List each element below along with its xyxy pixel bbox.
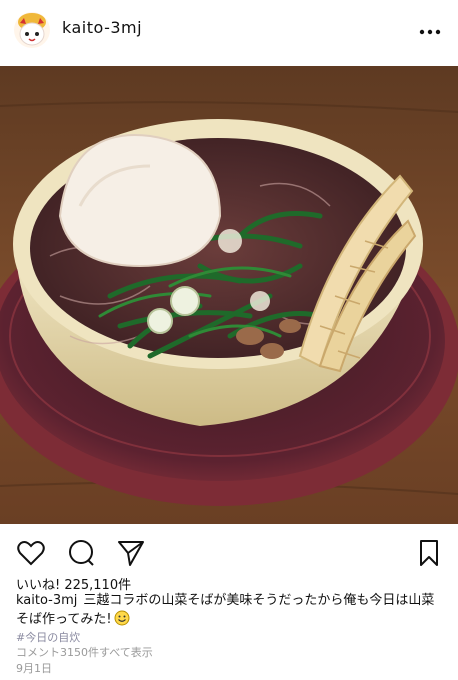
smiley-emoji-icon: [114, 610, 130, 632]
hashtag-link[interactable]: #今日の自炊: [16, 629, 80, 645]
view-comments-link[interactable]: コメント3150件すべて表示: [16, 644, 153, 660]
send-icon[interactable]: [116, 538, 146, 568]
heart-icon[interactable]: [16, 538, 46, 568]
comment-icon[interactable]: [66, 538, 96, 568]
caption: kaito-3mj 三越コラボの山菜そばが美味そうだったから俺も今日は山菜そば作っ…: [16, 592, 436, 632]
post-image[interactable]: [0, 66, 458, 524]
caption-username[interactable]: kaito-3mj: [16, 593, 77, 608]
post-header: kaito-3mj: [0, 0, 458, 64]
more-dots-icon[interactable]: [418, 22, 442, 42]
avatar[interactable]: [14, 12, 50, 48]
likes-count[interactable]: いいね! 225,110件: [16, 574, 131, 593]
username[interactable]: kaito-3mj: [62, 18, 142, 37]
action-bar: [0, 538, 458, 570]
post-date: 9月1日: [16, 662, 52, 675]
bookmark-icon[interactable]: [414, 538, 444, 568]
caption-text: 三越コラボの山菜そばが美味そうだったから俺も今日は山菜そば作ってみた!: [16, 593, 435, 627]
